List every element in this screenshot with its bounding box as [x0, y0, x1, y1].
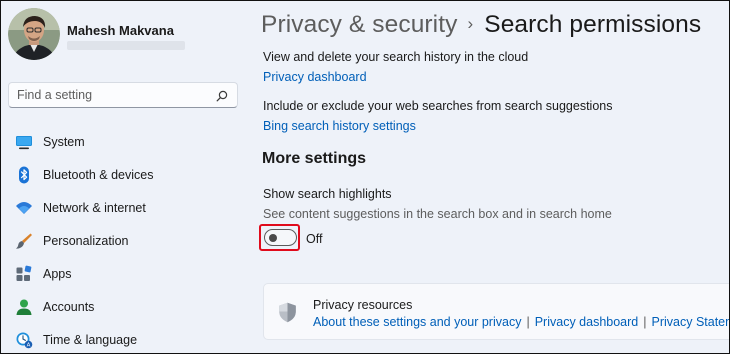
- svg-text:A: A: [27, 343, 31, 349]
- more-settings-heading: More settings: [262, 150, 367, 167]
- privacy-resources-links: About these settings and your privacy | Pr…: [313, 315, 730, 329]
- sidebar-item-system[interactable]: System: [6, 126, 242, 158]
- toggle-state-label: Off: [306, 232, 323, 246]
- link-separator: |: [643, 315, 647, 329]
- sidebar-item-label: System: [43, 135, 85, 149]
- link-separator: |: [526, 315, 530, 329]
- main-content: Privacy & security › Search permissions Vi…: [246, 1, 729, 353]
- bluetooth-icon: [15, 166, 33, 184]
- breadcrumb: Privacy & security › Search permissions: [261, 11, 701, 39]
- search-box[interactable]: [8, 82, 238, 108]
- privacy-statement-link[interactable]: Privacy Statement: [652, 315, 730, 329]
- sidebar-item-personalization[interactable]: Personalization: [6, 225, 242, 257]
- user-email-redacted: [67, 41, 185, 50]
- search-highlights-toggle[interactable]: [264, 229, 297, 246]
- apps-icon: [15, 265, 33, 283]
- breadcrumb-parent[interactable]: Privacy & security: [261, 11, 457, 38]
- toggle-knob: [269, 233, 277, 242]
- sidebar-item-label: Accounts: [43, 300, 95, 314]
- search-icon[interactable]: [216, 89, 228, 102]
- card-privacy-dashboard-link[interactable]: Privacy dashboard: [535, 315, 639, 329]
- sidebar-item-label: Apps: [43, 267, 72, 281]
- sidebar-item-accounts[interactable]: Accounts: [6, 291, 242, 323]
- sidebar-item-network-internet[interactable]: Network & internet: [6, 192, 242, 224]
- shield-icon: [278, 302, 297, 323]
- search-history-description: View and delete your search history in t…: [263, 50, 529, 64]
- sidebar-item-label: Personalization: [43, 234, 129, 248]
- avatar[interactable]: [8, 8, 60, 60]
- user-name: Mahesh Makvana: [67, 23, 174, 38]
- privacy-resources-card: Privacy resources About these settings a…: [263, 283, 730, 340]
- sidebar-item-label: Network & internet: [43, 201, 146, 215]
- bing-history-description: Include or exclude your web searches fro…: [263, 99, 613, 113]
- sidebar-item-label: Time & language: [43, 333, 138, 347]
- search-highlights-title: Show search highlights: [263, 187, 392, 201]
- page-title: Search permissions: [484, 11, 702, 38]
- system-icon: [15, 133, 33, 151]
- settings-window: Mahesh Makvana System: [0, 0, 730, 354]
- sidebar-item-bluetooth-devices[interactable]: Bluetooth & devices: [6, 159, 242, 191]
- search-input[interactable]: [17, 87, 207, 103]
- sidebar-item-time-language[interactable]: A Time & language: [6, 324, 242, 353]
- network-icon: [15, 199, 33, 217]
- sidebar: Mahesh Makvana System: [1, 1, 246, 353]
- sidebar-item-label: Bluetooth & devices: [43, 168, 154, 182]
- about-settings-privacy-link[interactable]: About these settings and your privacy: [313, 315, 521, 329]
- time-language-icon: A: [15, 331, 33, 349]
- chevron-right-icon: ›: [467, 14, 474, 33]
- privacy-dashboard-link[interactable]: Privacy dashboard: [263, 70, 367, 84]
- privacy-resources-title: Privacy resources: [313, 298, 413, 312]
- accounts-icon: [15, 298, 33, 316]
- personalization-icon: [15, 232, 33, 250]
- bing-search-history-link[interactable]: Bing search history settings: [263, 119, 416, 133]
- search-highlights-description: See content suggestions in the search bo…: [263, 207, 612, 221]
- sidebar-item-apps[interactable]: Apps: [6, 258, 242, 290]
